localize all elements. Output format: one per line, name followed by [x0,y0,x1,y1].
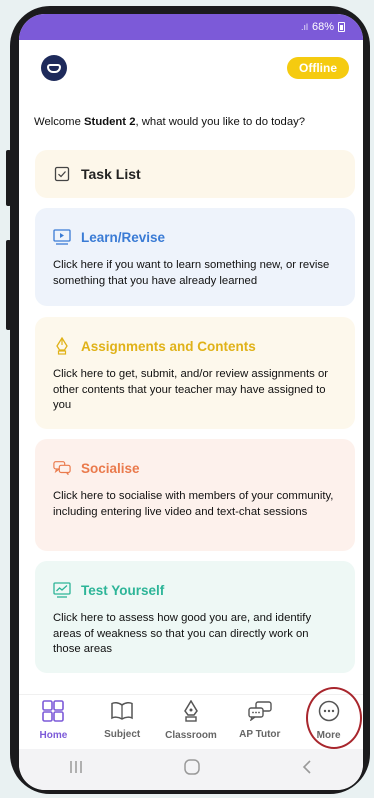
battery-level: 68% [311,21,334,33]
app-screen: .ıl 68% Offline Welcome Student 2, what … [19,14,363,790]
classroom-icon [181,699,201,727]
assignments-icon [53,337,71,355]
home-button-icon[interactable] [183,758,201,781]
nav-classroom[interactable]: Classroom [159,699,223,741]
welcome-suffix: , what would you like to do today? [135,116,306,128]
learn-description: Click here if you want to learn somethin… [53,259,330,287]
app-logo[interactable] [41,55,67,81]
home-icon [41,700,65,727]
test-icon [53,581,71,599]
ap-tutor-icon [247,701,273,726]
logo-icon [47,63,61,73]
socialise-icon [53,459,71,477]
system-navigation-bar [19,749,363,790]
socialise-description: Click here to socialise with members of … [53,490,334,518]
test-title: Test Yourself [81,582,165,598]
learn-title: Learn/Revise [81,229,166,245]
app-header: Offline [19,40,363,96]
nav-ap-tutor-label: AP Tutor [239,729,281,740]
nav-classroom-label: Classroom [165,730,217,741]
nav-home-label: Home [39,730,68,741]
nav-subject-label: Subject [104,729,141,740]
welcome-prefix: Welcome [34,116,85,128]
socialise-card[interactable]: Socialise Click here to socialise with m… [35,439,355,551]
test-description: Click here to assess how good you are, a… [53,612,312,655]
offline-badge[interactable]: Offline [287,57,349,79]
learn-icon [53,228,71,246]
assignments-title: Assignments and Contents [81,338,256,354]
socialise-title: Socialise [81,460,140,476]
task-list-card[interactable]: Task List [35,150,355,198]
subject-icon [110,701,134,726]
learn-revise-card[interactable]: Learn/Revise Click here if you want to l… [35,208,355,306]
more-highlight-circle [306,687,362,749]
nav-home[interactable]: Home [21,700,85,741]
assignments-card[interactable]: Assignments and Contents Click here to g… [35,317,355,429]
nav-ap-tutor[interactable]: AP Tutor [228,701,292,740]
test-yourself-card[interactable]: Test Yourself Click here to assess how g… [35,561,355,673]
status-bar: .ıl 68% [19,14,363,40]
battery-icon [338,22,345,32]
assignments-description: Click here to get, submit, and/or review… [53,368,329,411]
recents-icon[interactable] [68,760,84,779]
back-icon[interactable] [300,759,314,780]
task-list-title: Task List [81,166,141,182]
student-name: Student 2 [84,116,136,128]
welcome-message: Welcome Student 2, what would you like t… [34,116,354,128]
task-list-icon [53,165,71,183]
signal-indicator: .ıl [300,22,308,32]
nav-subject[interactable]: Subject [90,701,154,740]
